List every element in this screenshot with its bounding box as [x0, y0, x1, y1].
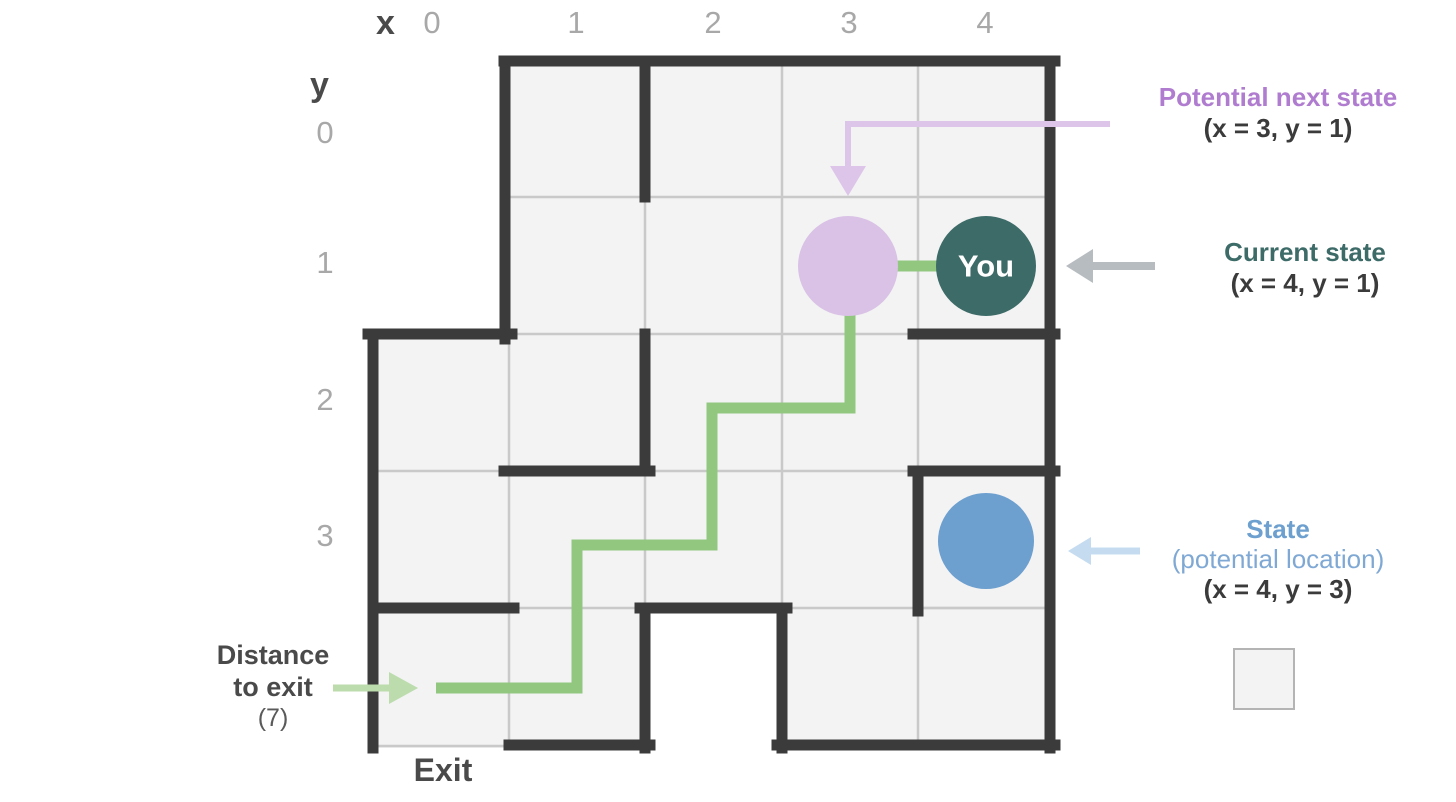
annotation-next-state-coord: (x = 3, y = 1) [1203, 112, 1353, 143]
annotation-state-title: State [1246, 514, 1310, 544]
annotation-distance-line2: to exit [233, 671, 313, 702]
annotation-current-state-title: Current state [1224, 237, 1386, 267]
annotation-state-subtitle: (potential location) [1171, 543, 1385, 574]
annotation-next-state-title: Potential next state [1158, 82, 1398, 112]
annotation-next-state: Potential next state (x = 3, y = 1) [1112, 82, 1444, 144]
annotation-exit-label: Exit [413, 752, 473, 788]
state-legend-swatch [1233, 648, 1295, 710]
current-state-connector-arrow [1066, 249, 1155, 283]
annotation-distance-value: (7) [257, 703, 289, 732]
annotation-current-state-coord: (x = 4, y = 1) [1230, 267, 1380, 298]
annotation-state: State (potential location) (x = 4, y = 3… [1108, 514, 1448, 605]
diagram-canvas: x y 0 1 2 3 4 0 1 2 3 You Potential next… [0, 0, 1456, 802]
next-state-marker[interactable] [798, 216, 898, 316]
annotation-distance-to-exit: Distance to exit (7) [190, 640, 356, 732]
annotation-distance-line1: Distance [216, 640, 330, 670]
current-state-label: You [958, 249, 1014, 284]
annotation-exit: Exit [375, 752, 511, 788]
state-marker[interactable] [938, 493, 1034, 589]
annotation-state-coord: (x = 4, y = 3) [1203, 574, 1353, 605]
annotation-current-state: Current state (x = 4, y = 1) [1160, 237, 1450, 299]
